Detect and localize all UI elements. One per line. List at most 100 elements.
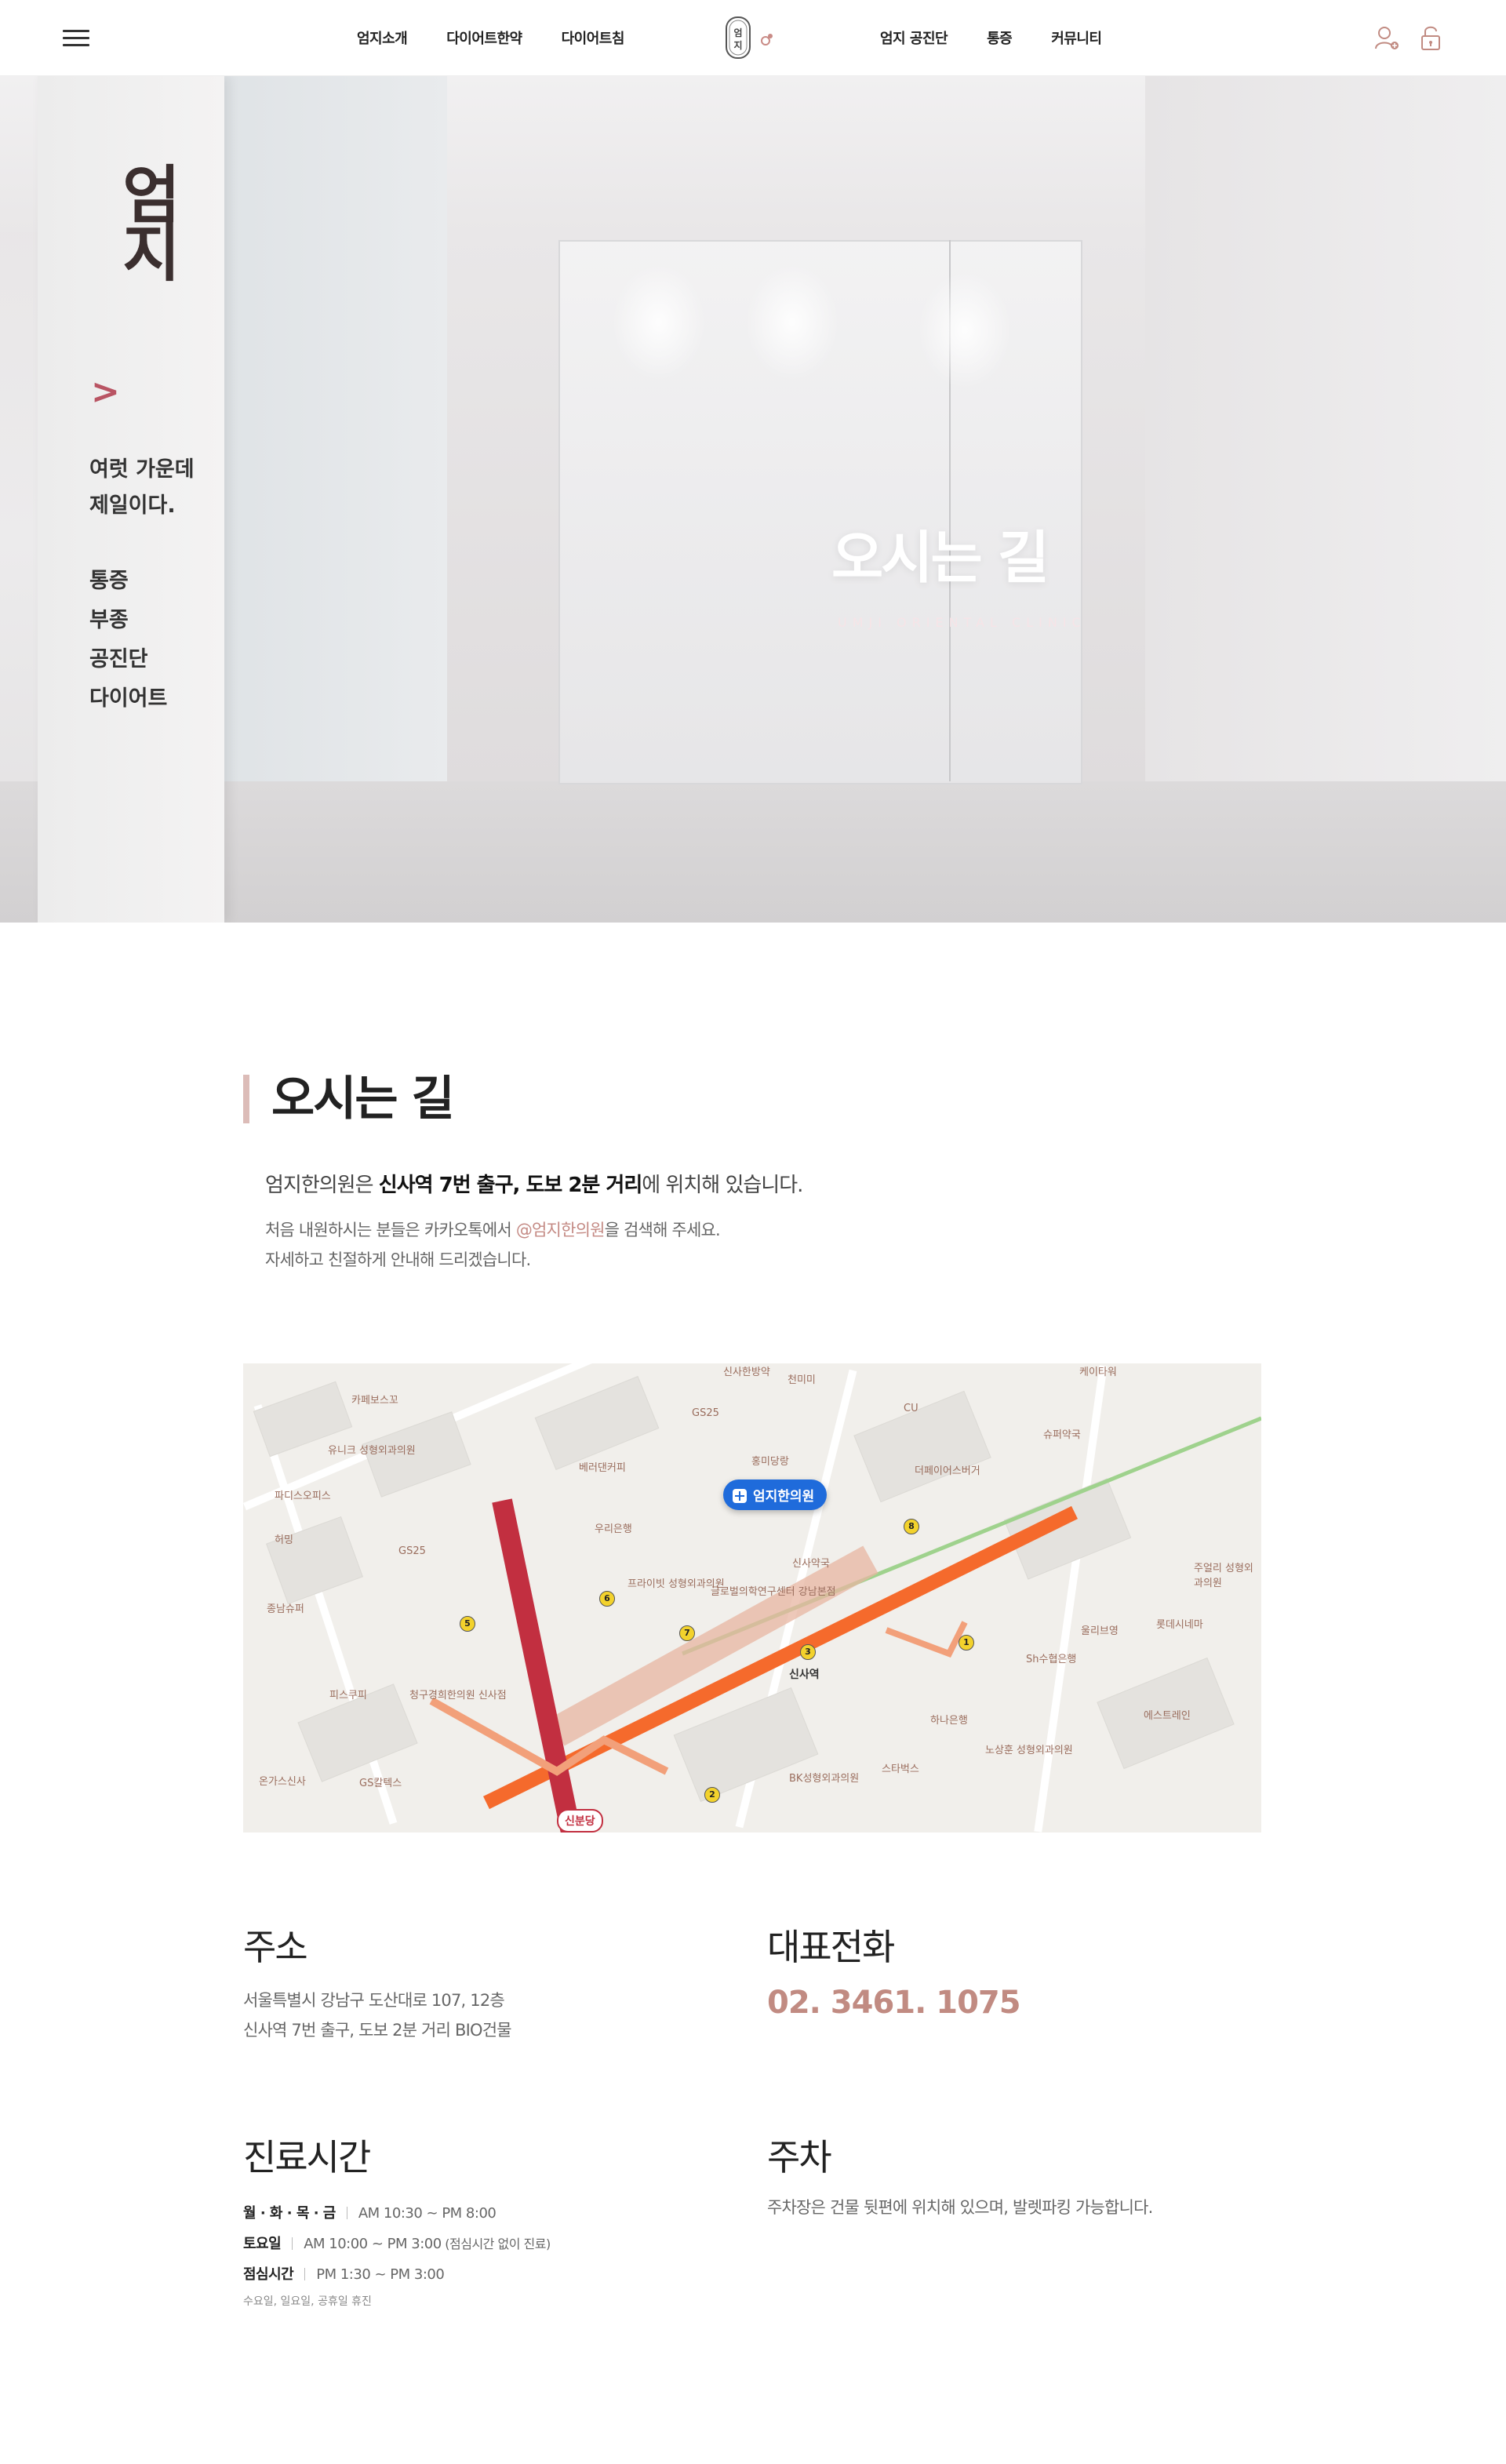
hours-time: AM 10:30 ~ PM 8:00 [358,2205,497,2222]
hero-panel-list-item: 다이어트 [89,686,168,711]
map-poi: 울리브영 [1081,1625,1119,1637]
hero-title: 오시는 길 [831,525,1049,591]
hours-row: 월 · 화 · 목 · 금 AM 10:30 ~ PM 8:00 [243,2198,551,2229]
map-poi: 청구경희한의원 신사점 [409,1690,507,1702]
map-poi: 하나은행 [930,1715,968,1727]
map-exit-5: 5 [460,1616,475,1632]
hours-closed: 수요일, 일요일, 공휴일 휴진 [243,2295,372,2308]
address-line: 서울특별시 강남구 도산대로 107, 12층 [243,1991,505,2010]
map-poi: 케이타워 [1079,1367,1117,1378]
note-line: 처음 내원하시는 분들은 카카오톡에서 @엄지한의원을 검색해 주세요. [265,1216,721,1246]
map-poi: 카페보스꼬 [351,1395,398,1407]
hours-day: 점심시간 [243,2266,294,2283]
header-icons [1373,24,1445,52]
map-walk-path [885,1621,968,1658]
map-poi: BK성형외과의원 [789,1773,860,1785]
map-exit-7: 7 [679,1625,695,1641]
map-exit-1: 1 [959,1635,974,1651]
nav-item-pain[interactable]: 통증 [987,27,1013,48]
intro-text: 엄지한의원은 [265,1174,379,1197]
intro-text: 에 위치해 있습니다. [642,1174,803,1197]
phone-title: 대표전화 [767,1926,895,1968]
map-poi: GS칼텍스 [359,1778,402,1789]
map-poi: 글로벌의학연구센터 강남본점 [711,1586,836,1598]
lock-icon[interactable] [1417,24,1445,52]
hero-subtitle: UMJI ORIENTAL CLINIC [838,615,1086,630]
nav-item-about[interactable]: 엄지소개 [357,27,408,48]
map-sinbundang-label: 신분당 [557,1809,603,1833]
hours-time: PM 1:30 ~ PM 3:00 [316,2266,445,2283]
address-title: 주소 [243,1926,308,1968]
nav-item-gongjindan[interactable]: 엄지 공진단 [880,27,948,48]
note-line: 자세하고 친절하게 안내해 드리겠습니다. [265,1250,531,1269]
map-poi: 더페이어스버거 [915,1465,980,1477]
hero-floor [0,781,1506,923]
phone-number[interactable]: 02. 3461. 1075 [767,1985,1021,2021]
user-icon[interactable] [1373,24,1401,52]
address-text: 서울특별시 강남구 도산대로 107, 12층 신사역 7번 출구, 도보 2분… [243,1986,512,2046]
kakao-id: @엄지한의원 [515,1221,606,1239]
map-poi: 롯데시네마 [1156,1619,1203,1631]
hero-panel-list-item: 통증 [89,569,129,593]
hero-panel-copy: 여럿 가운데 제일이다. [89,452,195,524]
map-poi: 홍미당랑 [751,1456,789,1468]
site-header: 엄지소개 다이어트한약 다이어트침 엄 지 엄지 공진단 통증 커뮤니티 [0,0,1506,76]
map-poi: 파디스오피스 [275,1490,331,1502]
location-map[interactable]: 카페보스꼬 유니크 성형외과의원 파디스오피스 허밍 GS25 종남슈퍼 피스쿠… [243,1363,1261,1833]
map-poi: 노상훈 성형외과의원 [985,1745,1073,1756]
hero-panel-list-item: 공진단 [89,646,148,672]
map-poi: 신사한방약 [723,1367,770,1378]
map-marker[interactable]: 엄지한의원 [723,1479,828,1510]
hours-extra: (점심시간 없이 진료) [441,2237,551,2251]
map-poi: GS25 [398,1545,426,1557]
hero-panel-copy-line: 제일이다. [89,493,176,518]
location-intro: 엄지한의원은 신사역 7번 출구, 도보 2분 거리에 위치해 있습니다. [265,1169,803,1198]
map-exit-3: 3 [800,1644,816,1660]
hours-row: 점심시간 PM 1:30 ~ PM 3:00 [243,2259,551,2290]
map-poi: 피스쿠피 [329,1690,367,1702]
intro-bold: 신사역 7번 출구, 도보 2분 거리 [378,1174,642,1197]
map-station-label: 신사역 [789,1669,820,1681]
nav-item-diet-herbal[interactable]: 다이어트한약 [446,27,522,48]
hero-light [612,264,706,381]
map-exit-2: 2 [704,1787,720,1803]
main-nav-right: 엄지 공진단 통증 커뮤니티 [880,0,1102,75]
hours-divider [304,2268,306,2280]
note-text: 을 검색해 주세요. [604,1221,721,1239]
map-marker-icon [733,1489,747,1503]
map-poi: 온가스신사 [259,1776,306,1788]
chevron-right-icon: > [91,372,120,412]
hours-title: 진료시간 [243,2136,371,2178]
map-exit-8: 8 [904,1519,919,1534]
map-marker-label: 엄지한의원 [753,1489,815,1505]
map-poi: Sh수협은행 [1026,1654,1077,1665]
map-poi: 에스트레인 [1144,1710,1191,1722]
nav-item-diet-acupuncture[interactable]: 다이어트침 [562,27,625,48]
hero-light [918,271,1012,389]
hero-light [745,264,839,381]
map-poi: 슈퍼약국 [1043,1429,1081,1441]
hero-panel-list-item: 부종 [89,607,129,632]
hero-banner: 엄지 > 여럿 가운데 제일이다. 통증 부종 공진단 다이어트 오시는 길 U… [0,75,1506,923]
hours-row: 토요일 AM 10:00 ~ PM 3:00 (점심시간 없이 진료) [243,2229,551,2259]
parking-title: 주차 [767,2136,832,2178]
svg-text:지: 지 [733,39,742,51]
hours-day: 토요일 [243,2236,282,2252]
hero-panel-copy-line: 여럿 가운데 [89,457,195,482]
subway-lines [429,1416,1261,1833]
map-poi: 주얼리 성형외과의원 [1194,1563,1253,1589]
hours-time: AM 10:00 ~ PM 3:00 [304,2236,442,2252]
map-poi: 신사약국 [792,1558,830,1570]
hours-list: 월 · 화 · 목 · 금 AM 10:30 ~ PM 8:00 토요일 AM 10… [243,2198,551,2309]
map-poi: 천미미 [788,1374,816,1386]
hero-panel-list: 통증 부종 공진단 다이어트 [89,562,167,719]
logo[interactable]: 엄 지 [722,13,784,63]
map-poi: GS25 [692,1407,719,1419]
location-note: 처음 내원하시는 분들은 카카오톡에서 @엄지한의원을 검색해 주세요. 자세하… [265,1216,721,1276]
section-title: 오시는 길 [243,1075,455,1123]
nav-item-community[interactable]: 커뮤니티 [1051,27,1102,48]
map-poi: 스타벅스 [882,1763,919,1775]
menu-icon[interactable] [63,30,89,47]
map-poi: CU [904,1403,919,1414]
parking-text: 주차장은 건물 뒷편에 위치해 있으며, 발렛파킹 가능합니다. [767,2198,1153,2217]
